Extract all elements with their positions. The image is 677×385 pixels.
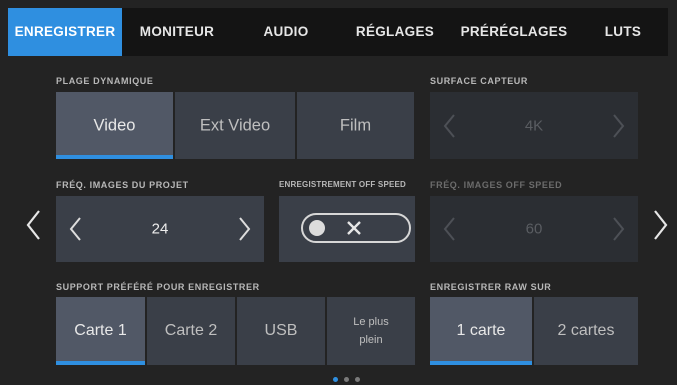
raw-option-2-cartes[interactable]: 2 cartes <box>534 297 638 365</box>
toggle-knob <box>309 220 325 236</box>
record-raw-label: ENREGISTRER RAW SUR <box>430 282 552 292</box>
page-dot-active[interactable] <box>333 377 338 382</box>
dynamic-range-option-ext-video[interactable]: Ext Video <box>175 92 295 159</box>
tab-audio[interactable]: AUDIO <box>232 8 340 56</box>
option-label: Film <box>339 116 372 134</box>
raw-option-1-carte[interactable]: 1 carte <box>430 297 532 365</box>
camera-settings-screen: ENREGISTRER MONITEUR AUDIO RÉGLAGES PRÉR… <box>0 0 677 385</box>
media-option-usb[interactable]: USB <box>237 297 325 365</box>
chevron-right-icon <box>608 214 628 244</box>
dynamic-range-label: PLAGE DYNAMIQUE <box>56 76 154 86</box>
sensor-area-label: SURFACE CAPTEUR <box>430 76 529 86</box>
selection-indicator <box>56 361 145 365</box>
off-speed-frame-rate-value: 60 <box>525 220 543 238</box>
project-frame-rate-stepper: 24 <box>56 196 264 262</box>
off-speed-frame-rate-label: FRÉQ. IMAGES OFF SPEED <box>430 180 563 190</box>
off-speed-toggle-container <box>279 196 415 262</box>
dynamic-range-option-film[interactable]: Film <box>297 92 414 159</box>
option-label: 2 cartes <box>557 322 615 339</box>
option-label: Video <box>93 116 136 134</box>
sensor-area-stepper: 4K <box>430 92 638 159</box>
off-speed-toggle[interactable] <box>301 213 411 243</box>
option-label: Carte 1 <box>74 322 127 339</box>
tab-luts[interactable]: LUTS <box>578 8 668 56</box>
close-icon <box>347 221 361 235</box>
page-prev-icon[interactable] <box>24 208 44 242</box>
project-frame-rate-value: 24 <box>151 220 169 238</box>
option-label: Le plus plein <box>353 316 389 346</box>
selection-indicator <box>430 361 532 365</box>
media-option-carte-2[interactable]: Carte 2 <box>147 297 235 365</box>
media-option-carte-1[interactable]: Carte 1 <box>56 297 145 365</box>
chevron-right-icon <box>608 111 628 141</box>
tab-enregistrer[interactable]: ENREGISTRER <box>8 8 122 56</box>
tab-moniteur[interactable]: MONITEUR <box>122 8 232 56</box>
option-label: USB <box>264 322 298 339</box>
option-label: Carte 2 <box>164 322 218 339</box>
off-speed-recording-label: ENREGISTREMENT OFF SPEED <box>279 180 407 189</box>
page-dot[interactable] <box>344 377 349 382</box>
option-label: 1 carte <box>456 322 506 339</box>
tab-reglages[interactable]: RÉGLAGES <box>340 8 450 56</box>
off-speed-frame-rate-stepper: 60 <box>430 196 638 262</box>
preferred-media-label: SUPPORT PRÉFÉRÉ POUR ENREGISTRER <box>56 282 260 292</box>
project-frame-rate-label: FRÉQ. IMAGES DU PROJET <box>56 180 189 190</box>
sensor-area-value: 4K <box>524 117 544 134</box>
option-label: Ext Video <box>199 116 271 134</box>
selection-indicator <box>56 155 173 159</box>
page-next-icon[interactable] <box>650 208 670 242</box>
tab-bar: ENREGISTRER MONITEUR AUDIO RÉGLAGES PRÉR… <box>8 8 668 56</box>
chevron-right-icon[interactable] <box>234 214 254 244</box>
dynamic-range-option-video[interactable]: Video <box>56 92 173 159</box>
page-dot[interactable] <box>355 377 360 382</box>
media-option-le-plus-plein[interactable]: Le plus plein <box>327 297 415 365</box>
tab-prereglages[interactable]: PRÉRÉGLAGES <box>450 8 578 56</box>
